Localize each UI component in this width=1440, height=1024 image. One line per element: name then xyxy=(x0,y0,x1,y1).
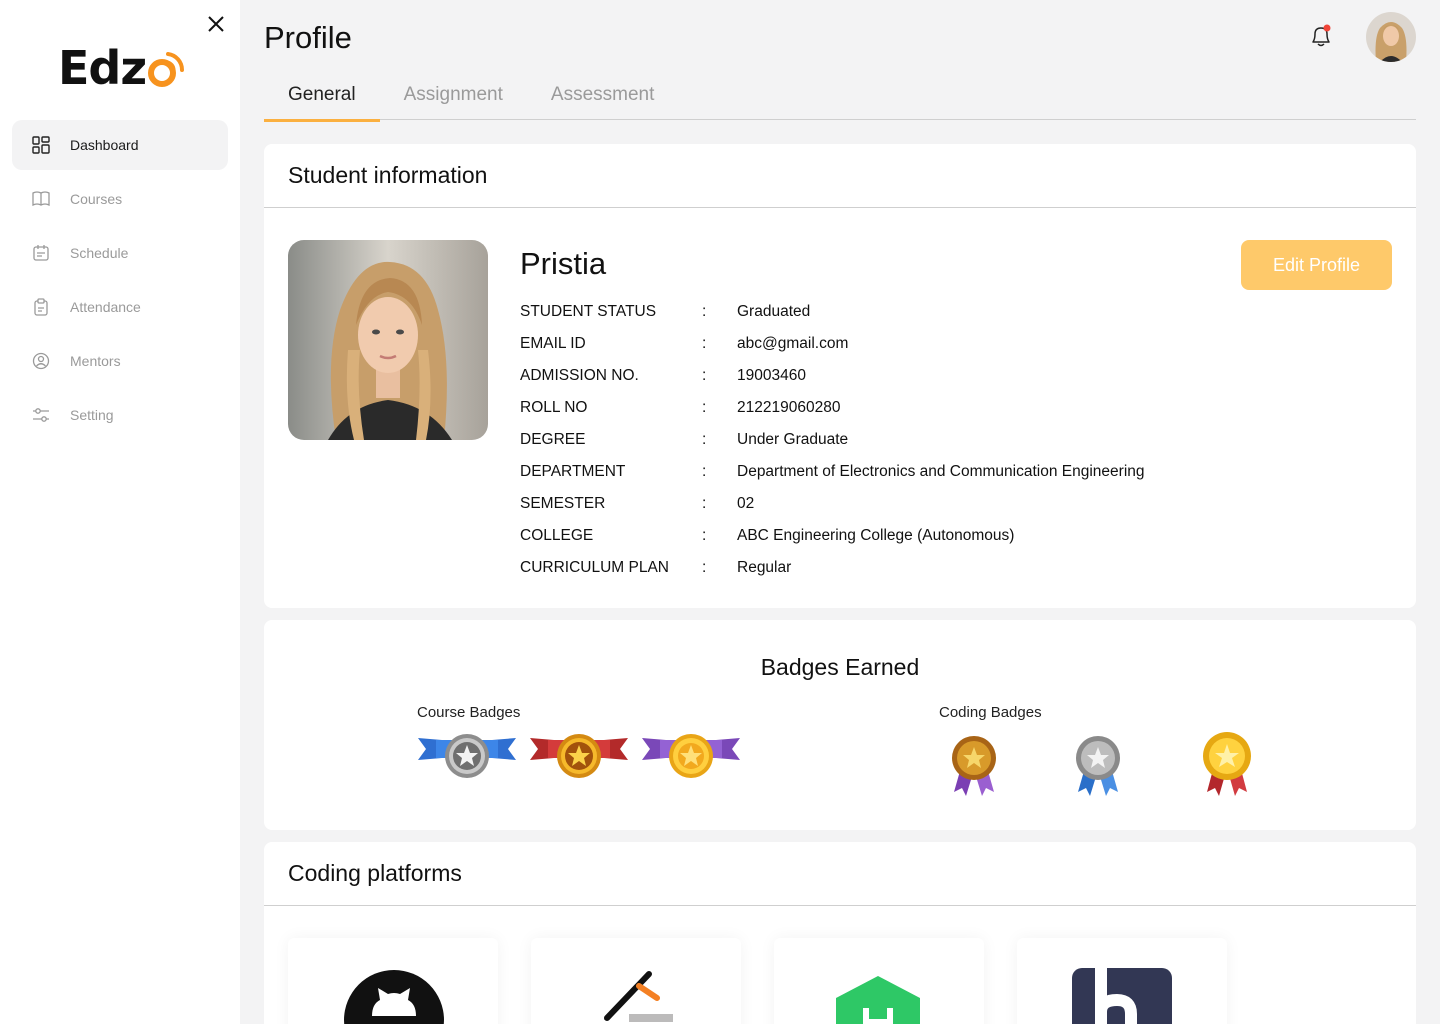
detail-label: STUDENT STATUS xyxy=(520,303,657,320)
tab-assessment[interactable]: Assessment xyxy=(527,70,678,120)
logo: Edz xyxy=(58,40,185,96)
sidebar-item-mentors[interactable]: Mentors xyxy=(12,336,228,386)
badges-title: Badges Earned xyxy=(760,654,920,680)
course-badge-gold-purple-icon xyxy=(642,734,740,778)
sidebar-nav: Dashboard Courses Schedule Attendance Me… xyxy=(12,120,228,444)
grid-icon xyxy=(32,136,50,154)
detail-row: ROLL NO: 212219060280 xyxy=(520,392,1145,424)
section-title: Coding platforms xyxy=(264,842,1416,906)
detail-value: 19003460 xyxy=(737,367,806,384)
detail-row: DEPARTMENT: Department of Electronics and… xyxy=(520,456,1145,488)
sidebar-item-attendance[interactable]: Attendance xyxy=(12,282,228,332)
course-badges-label: Course Badges xyxy=(417,704,521,721)
detail-label: EMAIL ID xyxy=(520,335,586,352)
badges-card: Badges Earned Course Badges Coding Badge… xyxy=(264,620,1416,830)
course-badge-gold-red-icon xyxy=(530,734,628,778)
detail-label: ADMISSION NO. xyxy=(520,367,639,384)
sidebar-item-courses[interactable]: Courses xyxy=(12,174,228,224)
detail-label: CURRICULUM PLAN xyxy=(520,559,669,576)
detail-row: COLLEGE: ABC Engineering College (Autonom… xyxy=(520,520,1145,552)
coding-badge-bronze-icon xyxy=(952,736,996,796)
detail-value: Department of Electronics and Communicat… xyxy=(737,463,1145,480)
coding-badge-silver-icon xyxy=(1076,736,1120,796)
detail-value: Regular xyxy=(737,559,792,576)
detail-label: DEGREE xyxy=(520,431,586,448)
detail-label: ROLL NO xyxy=(520,399,588,416)
clipboard-icon xyxy=(34,298,48,316)
sidebar-item-label: Schedule xyxy=(70,245,129,261)
detail-label: DEPARTMENT xyxy=(520,463,626,480)
sidebar-item-setting[interactable]: Setting xyxy=(12,390,228,440)
coding-platforms-card: Coding platforms xyxy=(264,842,1416,1024)
sidebar-item-schedule[interactable]: Schedule xyxy=(12,228,228,278)
detail-value: 02 xyxy=(737,495,755,512)
detail-row: CURRICULUM PLAN: Regular xyxy=(520,552,1145,584)
book-icon xyxy=(32,191,50,207)
student-name: Pristia xyxy=(520,246,607,281)
student-info-card: Student information Pristia Edit Profile… xyxy=(264,144,1416,608)
detail-separator: : xyxy=(702,399,707,416)
coding-badges-label: Coding Badges xyxy=(939,704,1042,721)
close-icon[interactable] xyxy=(204,12,228,36)
sidebar-item-label: Setting xyxy=(70,407,114,423)
avatar[interactable] xyxy=(1366,12,1416,62)
sidebar-item-label: Dashboard xyxy=(70,137,139,153)
detail-separator: : xyxy=(702,431,707,448)
page-title: Profile xyxy=(264,20,352,55)
coding-badge-gold-icon xyxy=(1203,732,1251,796)
tab-bar: General Assignment Assessment xyxy=(264,70,1416,122)
detail-value: abc@gmail.com xyxy=(737,335,849,352)
detail-row: SEMESTER: 02 xyxy=(520,488,1145,520)
detail-row: STUDENT STATUS: Graduated xyxy=(520,296,1145,328)
tab-assignment[interactable]: Assignment xyxy=(380,70,527,120)
sliders-icon xyxy=(33,408,49,422)
bell-icon[interactable] xyxy=(1308,22,1334,50)
detail-separator: : xyxy=(702,335,707,352)
calendar-icon xyxy=(33,245,49,261)
hackerearth-icon xyxy=(1072,968,1172,1024)
detail-separator: : xyxy=(702,527,707,544)
section-title: Student information xyxy=(264,144,1416,208)
user-circle-icon xyxy=(32,352,50,370)
stackoverflow-icon xyxy=(604,971,673,1022)
sidebar: Edz Dashboard Courses Schedule Attendanc… xyxy=(0,0,240,1024)
detail-separator: : xyxy=(702,495,707,512)
sidebar-item-label: Mentors xyxy=(70,353,121,369)
detail-label: COLLEGE xyxy=(520,527,594,544)
detail-value: 212219060280 xyxy=(737,399,841,416)
github-icon xyxy=(344,970,444,1024)
sidebar-item-dashboard[interactable]: Dashboard xyxy=(12,120,228,170)
detail-value: ABC Engineering College (Autonomous) xyxy=(737,527,1015,544)
detail-value: Under Graduate xyxy=(737,431,849,448)
student-photo xyxy=(288,240,488,440)
tab-general[interactable]: General xyxy=(264,70,380,122)
detail-label: SEMESTER xyxy=(520,495,606,512)
sidebar-item-label: Courses xyxy=(70,191,123,207)
detail-separator: : xyxy=(702,367,707,384)
student-details: STUDENT STATUS: Graduated EMAIL ID: abc@gm… xyxy=(520,296,1145,584)
detail-separator: : xyxy=(702,463,707,480)
platform-card[interactable] xyxy=(531,938,741,1024)
detail-separator: : xyxy=(702,559,707,576)
detail-row: EMAIL ID: abc@gmail.com xyxy=(520,328,1145,360)
detail-row: ADMISSION NO.: 19003460 xyxy=(520,360,1145,392)
edit-profile-button[interactable]: Edit Profile xyxy=(1241,240,1392,290)
platform-card[interactable] xyxy=(774,938,984,1024)
detail-value: Graduated xyxy=(737,303,811,320)
detail-row: DEGREE: Under Graduate xyxy=(520,424,1145,456)
hackerrank-icon xyxy=(836,976,920,1024)
detail-separator: : xyxy=(702,303,707,320)
platform-card[interactable] xyxy=(1017,938,1227,1024)
platform-card[interactable] xyxy=(288,938,498,1024)
course-badge-silver-icon xyxy=(418,734,516,778)
sidebar-item-label: Attendance xyxy=(70,299,141,315)
